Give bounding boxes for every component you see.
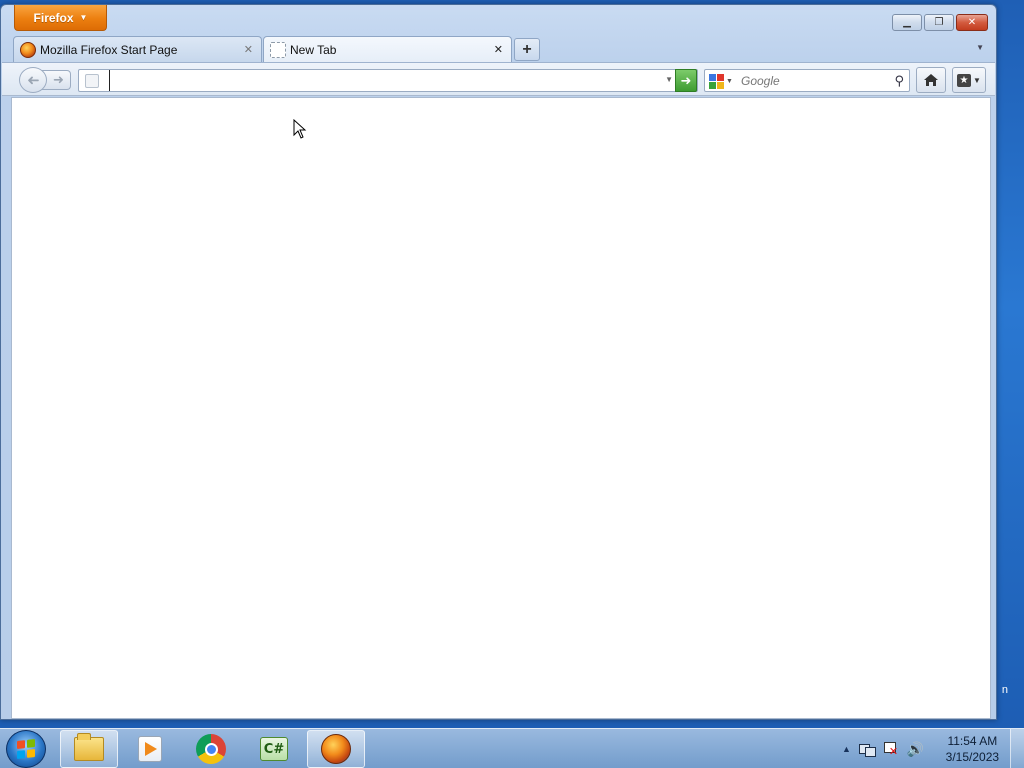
clock-date: 3/15/2023 bbox=[945, 750, 1000, 764]
history-dropdown-icon[interactable]: ▼ bbox=[665, 75, 673, 84]
maximize-button[interactable]: ❐ bbox=[924, 14, 954, 31]
taskbar-chrome[interactable] bbox=[182, 730, 240, 768]
taskbar-csharp[interactable]: C# bbox=[245, 730, 303, 768]
windows-logo-icon bbox=[17, 739, 35, 759]
firefox-menu-button[interactable]: Firefox ▼ bbox=[14, 5, 107, 31]
minimize-icon: ▁ bbox=[903, 17, 911, 28]
site-identity-icon[interactable] bbox=[85, 74, 99, 88]
start-button[interactable] bbox=[6, 730, 46, 768]
csharp-icon: C# bbox=[260, 737, 288, 761]
chevron-down-icon: ▼ bbox=[976, 43, 984, 52]
home-button[interactable] bbox=[916, 67, 946, 93]
plus-icon: + bbox=[522, 40, 532, 58]
go-button[interactable]: ➜ bbox=[675, 69, 697, 92]
google-icon bbox=[709, 73, 724, 89]
back-forward-group: ➜ ➜ bbox=[19, 67, 73, 93]
taskbar-explorer[interactable] bbox=[60, 730, 118, 768]
chevron-down-icon: ▼ bbox=[79, 13, 88, 22]
show-desktop-button[interactable] bbox=[1010, 729, 1024, 768]
folder-icon bbox=[74, 733, 104, 761]
search-icon[interactable]: ⚲ bbox=[894, 73, 904, 89]
firefox-icon bbox=[20, 41, 36, 58]
network-icon[interactable] bbox=[858, 742, 876, 757]
bookmarks-menu-button[interactable]: ★ ▼ bbox=[952, 67, 986, 93]
close-button[interactable]: ✕ bbox=[956, 14, 988, 31]
search-bar[interactable]: ▼ ⚲ bbox=[704, 69, 910, 92]
volume-icon[interactable]: 🔊 bbox=[907, 741, 924, 758]
url-input[interactable] bbox=[109, 70, 659, 91]
new-tab-button[interactable]: + bbox=[514, 38, 540, 61]
mouse-cursor-icon bbox=[293, 119, 307, 139]
window-controls: ▁ ❐ ✕ bbox=[892, 14, 988, 31]
bookmark-star-icon: ★ bbox=[957, 73, 972, 87]
tab-title: New Tab bbox=[290, 42, 337, 57]
search-input[interactable] bbox=[741, 70, 881, 91]
chrome-icon bbox=[196, 734, 226, 764]
arrow-right-icon: ➜ bbox=[53, 72, 64, 87]
action-center-flag-icon[interactable] bbox=[883, 741, 899, 758]
blank-page-icon bbox=[270, 41, 286, 58]
page-content[interactable] bbox=[11, 97, 991, 719]
tab-new-tab[interactable]: New Tab ✕ bbox=[263, 36, 512, 62]
taskbar-firefox[interactable] bbox=[307, 730, 365, 768]
url-bar[interactable]: ▼ ➜ bbox=[78, 69, 698, 92]
clock-time: 11:54 AM bbox=[947, 734, 998, 748]
clock[interactable]: 11:54 AM 3/15/2023 bbox=[942, 733, 1002, 765]
go-arrow-icon: ➜ bbox=[680, 72, 692, 88]
minimize-button[interactable]: ▁ bbox=[892, 14, 922, 31]
close-tab-icon[interactable]: ✕ bbox=[242, 43, 255, 56]
taskbar: C# ▲ 🔊 11:54 AM 3/15/2023 bbox=[0, 728, 1024, 768]
firefox-window: Firefox ▼ ▁ ❐ ✕ Mozilla Firefox Start Pa… bbox=[0, 4, 997, 720]
firefox-menu-label: Firefox bbox=[33, 10, 74, 25]
tab-mozilla-start-page[interactable]: Mozilla Firefox Start Page ✕ bbox=[13, 36, 262, 62]
close-icon: ✕ bbox=[967, 17, 977, 28]
close-tab-icon[interactable]: ✕ bbox=[492, 43, 505, 56]
firefox-icon bbox=[321, 734, 351, 764]
chevron-down-icon: ▼ bbox=[973, 75, 981, 85]
tab-title: Mozilla Firefox Start Page bbox=[40, 42, 178, 57]
taskbar-media-player[interactable] bbox=[121, 730, 179, 768]
arrow-left-icon: ➜ bbox=[26, 72, 40, 89]
tab-strip: Mozilla Firefox Start Page ✕ New Tab ✕ +… bbox=[13, 36, 988, 62]
search-engine-selector[interactable]: ▼ bbox=[709, 73, 739, 89]
system-tray: ▲ 🔊 11:54 AM 3/15/2023 bbox=[842, 729, 1002, 768]
back-button[interactable]: ➜ bbox=[19, 67, 47, 93]
chevron-down-icon: ▼ bbox=[726, 77, 733, 85]
navigation-toolbar: ➜ ➜ ▼ ➜ ▼ ⚲ bbox=[2, 62, 995, 96]
media-player-icon bbox=[138, 736, 162, 762]
desktop-text-fragment: n bbox=[1001, 684, 1008, 696]
restore-icon: ❐ bbox=[934, 17, 944, 28]
list-all-tabs-button[interactable]: ▼ bbox=[976, 43, 984, 52]
home-icon bbox=[924, 74, 938, 86]
show-hidden-icons-icon[interactable]: ▲ bbox=[842, 744, 851, 754]
